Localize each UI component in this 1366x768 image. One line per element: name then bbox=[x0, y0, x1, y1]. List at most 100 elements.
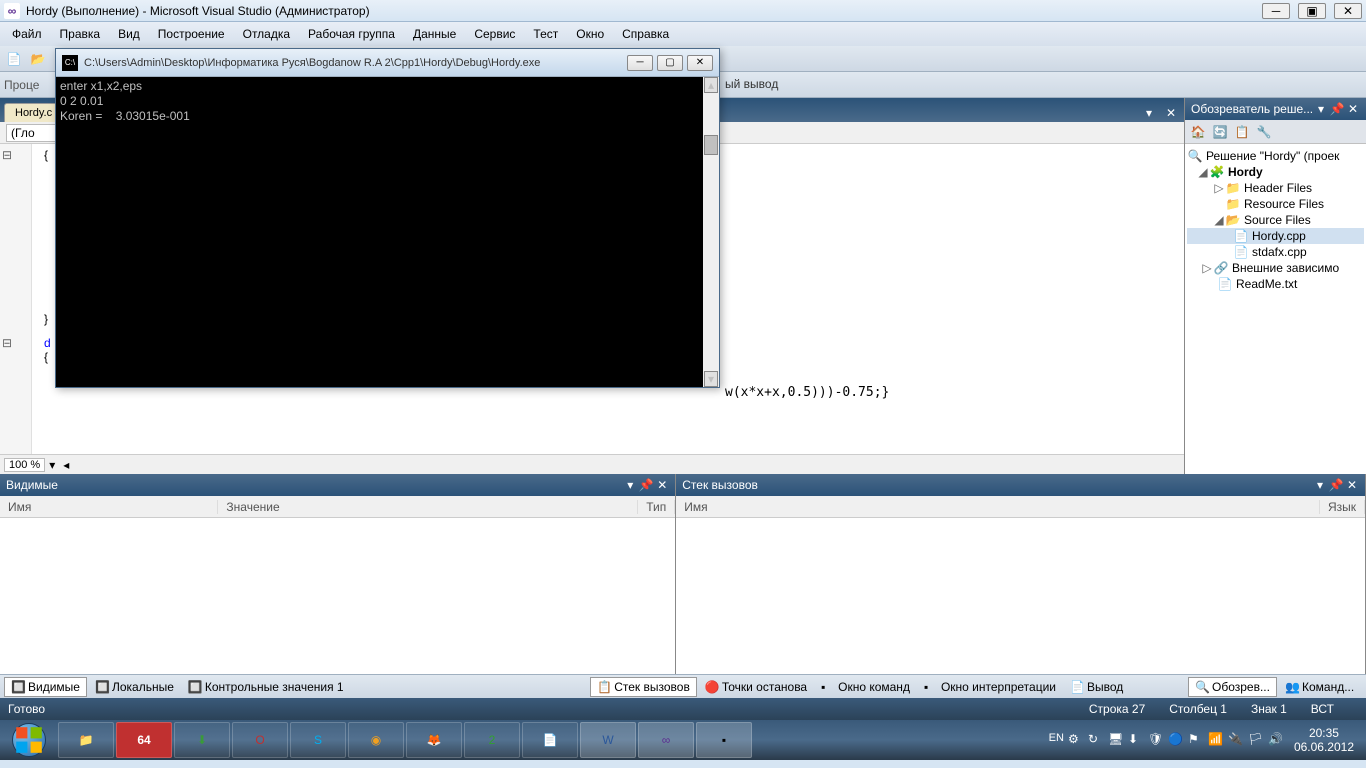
tray-icon[interactable]: 📶 bbox=[1208, 732, 1224, 748]
zoom-dropdown-icon[interactable]: ▾ bbox=[49, 458, 55, 472]
console-taskbar-icon[interactable]: ▪ bbox=[696, 722, 752, 758]
panel-pin-icon[interactable]: 📌 bbox=[1330, 102, 1344, 116]
panel-dropdown-icon[interactable]: ▾ bbox=[1314, 102, 1328, 116]
tray-icon[interactable]: ↻ bbox=[1088, 732, 1104, 748]
tab-command[interactable]: ▪Окно команд bbox=[815, 678, 916, 696]
scroll-up-icon[interactable]: ▴ bbox=[704, 77, 718, 93]
col-name[interactable]: Имя bbox=[676, 500, 1320, 514]
vs-taskbar-icon[interactable]: ∞ bbox=[638, 722, 694, 758]
col-name[interactable]: Имя bbox=[0, 500, 218, 514]
properties-icon[interactable]: 🔧 bbox=[1255, 123, 1273, 141]
tab-locals[interactable]: 🔲Локальные bbox=[89, 678, 180, 696]
menu-data[interactable]: Данные bbox=[405, 25, 464, 43]
taskbar-clock[interactable]: 20:35 06.06.2012 bbox=[1288, 726, 1360, 755]
solution-tree[interactable]: 🔍Решение "Hordy" (проек ◢🧩Hordy ▷📁Header… bbox=[1185, 144, 1366, 474]
console-scrollbar[interactable]: ▴ ▾ bbox=[703, 77, 719, 387]
console-maximize-button[interactable]: ▢ bbox=[657, 55, 683, 71]
skype-taskbar-icon[interactable]: S bbox=[290, 722, 346, 758]
tray-icon[interactable]: 🖥 bbox=[1108, 732, 1124, 748]
tab-breakpoints[interactable]: 🔴Точки останова bbox=[699, 678, 813, 696]
tab-solution[interactable]: 🔍Обозрев... bbox=[1188, 677, 1277, 697]
tray-icon[interactable]: ⚑ bbox=[1188, 732, 1204, 748]
status-line: Строка 27 bbox=[1089, 702, 1145, 716]
tray-volume-icon[interactable]: 🔊 bbox=[1268, 732, 1284, 748]
tray-flag-icon[interactable]: 🏳 bbox=[1248, 732, 1264, 748]
menu-edit[interactable]: Правка bbox=[52, 25, 109, 43]
readme-file[interactable]: 📄ReadMe.txt bbox=[1187, 276, 1364, 292]
resource-files-folder[interactable]: 📁Resource Files bbox=[1187, 196, 1364, 212]
utorrent-taskbar-icon[interactable]: ⬇ bbox=[174, 722, 230, 758]
scroll-thumb[interactable] bbox=[704, 135, 718, 155]
status-col: Столбец 1 bbox=[1169, 702, 1227, 716]
panel-close-icon[interactable]: ✕ bbox=[1345, 478, 1359, 492]
code-fragment: w(x*x+x,0.5)))-0.75;} bbox=[725, 385, 889, 400]
external-deps[interactable]: ▷🔗Внешние зависимо bbox=[1187, 260, 1364, 276]
menu-view[interactable]: Вид bbox=[110, 25, 148, 43]
col-lang[interactable]: Язык bbox=[1320, 500, 1365, 514]
close-button[interactable]: ✕ bbox=[1334, 3, 1362, 19]
stdafx-cpp-file[interactable]: 📄stdafx.cpp bbox=[1187, 244, 1364, 260]
console-close-button[interactable]: ✕ bbox=[687, 55, 713, 71]
solution-root[interactable]: 🔍Решение "Hordy" (проек bbox=[1187, 148, 1364, 164]
panel-close-icon[interactable]: ✕ bbox=[1346, 102, 1360, 116]
console-titlebar[interactable]: C:\ C:\Users\Admin\Desktop\Информатика Р… bbox=[56, 49, 719, 77]
minimize-button[interactable]: ─ bbox=[1262, 3, 1290, 19]
tab-watch[interactable]: 🔲Контрольные значения 1 bbox=[182, 678, 350, 696]
scroll-down-icon[interactable]: ▾ bbox=[704, 371, 718, 387]
panel-close-icon[interactable]: ✕ bbox=[655, 478, 669, 492]
tray-icon[interactable]: 🔌 bbox=[1228, 732, 1244, 748]
tray-icon[interactable]: 🛡 bbox=[1148, 732, 1164, 748]
menu-service[interactable]: Сервис bbox=[466, 25, 523, 43]
project-node[interactable]: ◢🧩Hordy bbox=[1187, 164, 1364, 180]
col-value[interactable]: Значение bbox=[218, 500, 638, 514]
panel-dropdown-icon[interactable]: ▾ bbox=[1313, 478, 1327, 492]
tab-callstack[interactable]: 📋Стек вызовов bbox=[590, 677, 697, 697]
tab-team[interactable]: 👥Команд... bbox=[1279, 678, 1360, 696]
menu-build[interactable]: Построение bbox=[150, 25, 233, 43]
visible-content[interactable] bbox=[0, 518, 675, 674]
firefox-taskbar-icon[interactable]: 🦊 bbox=[406, 722, 462, 758]
console-body[interactable]: enter x1,x2,eps 0 2 0.01 Koren = 3.03015… bbox=[56, 77, 719, 387]
open-folder-icon[interactable]: 📂 bbox=[28, 49, 48, 69]
home-icon[interactable]: 🏠 bbox=[1189, 123, 1207, 141]
tab-dropdown-icon[interactable]: ▾ bbox=[1146, 106, 1162, 122]
menu-help[interactable]: Справка bbox=[614, 25, 677, 43]
tab-visible[interactable]: 🔲Видимые bbox=[4, 677, 87, 697]
maximize-button[interactable]: ▣ bbox=[1298, 3, 1326, 19]
commander-taskbar-icon[interactable]: 64 bbox=[116, 722, 172, 758]
refresh-icon[interactable]: 🔄 bbox=[1211, 123, 1229, 141]
zoom-combo[interactable]: 100 % bbox=[4, 458, 45, 472]
hordy-cpp-file[interactable]: 📄Hordy.cpp bbox=[1187, 228, 1364, 244]
opera-taskbar-icon[interactable]: O bbox=[232, 722, 288, 758]
col-type[interactable]: Тип bbox=[638, 500, 675, 514]
notepad-taskbar-icon[interactable]: 📄 bbox=[522, 722, 578, 758]
menu-debug[interactable]: Отладка bbox=[235, 25, 298, 43]
lang-indicator[interactable]: EN bbox=[1049, 732, 1064, 748]
callstack-content[interactable] bbox=[676, 518, 1365, 674]
tab-output[interactable]: 📄Вывод bbox=[1064, 678, 1129, 696]
callstack-panel: Стек вызовов ▾ 📌 ✕ Имя Язык bbox=[676, 474, 1366, 674]
tray-icon[interactable]: ⚙ bbox=[1068, 732, 1084, 748]
panel-dropdown-icon[interactable]: ▾ bbox=[623, 478, 637, 492]
console-minimize-button[interactable]: ─ bbox=[627, 55, 653, 71]
tray-icon[interactable]: ⬇ bbox=[1128, 732, 1144, 748]
menu-team[interactable]: Рабочая группа bbox=[300, 25, 403, 43]
tab-close-icon[interactable]: ✕ bbox=[1166, 106, 1182, 122]
aimp-taskbar-icon[interactable]: ◉ bbox=[348, 722, 404, 758]
tray-icon[interactable]: 🔵 bbox=[1168, 732, 1184, 748]
bottom-tabs-right: 📋Стек вызовов 🔴Точки останова ▪Окно кома… bbox=[586, 674, 1184, 698]
explorer-taskbar-icon[interactable]: 📁 bbox=[58, 722, 114, 758]
show-all-icon[interactable]: 📋 bbox=[1233, 123, 1251, 141]
menu-file[interactable]: Файл bbox=[4, 25, 50, 43]
source-files-folder[interactable]: ◢📂Source Files bbox=[1187, 212, 1364, 228]
new-file-icon[interactable]: 📄 bbox=[4, 49, 24, 69]
menu-test[interactable]: Тест bbox=[525, 25, 566, 43]
tab-immediate[interactable]: ▪Окно интерпретации bbox=[918, 678, 1062, 696]
word-taskbar-icon[interactable]: W bbox=[580, 722, 636, 758]
panel-pin-icon[interactable]: 📌 bbox=[639, 478, 653, 492]
header-files-folder[interactable]: ▷📁Header Files bbox=[1187, 180, 1364, 196]
2gis-taskbar-icon[interactable]: 2 bbox=[464, 722, 520, 758]
panel-pin-icon[interactable]: 📌 bbox=[1329, 478, 1343, 492]
start-button[interactable] bbox=[2, 722, 56, 758]
menu-window[interactable]: Окно bbox=[568, 25, 612, 43]
